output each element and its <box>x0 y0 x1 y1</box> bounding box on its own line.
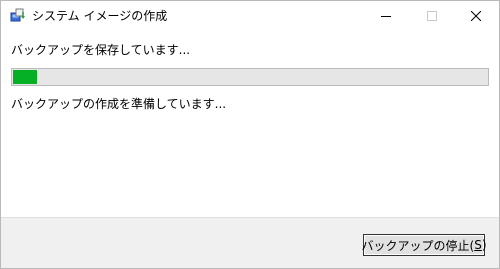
maximize-button[interactable] <box>409 1 455 31</box>
progress-fill <box>13 70 37 84</box>
stop-button-label-end: ) <box>481 238 487 252</box>
window-title: システム イメージの作成 <box>32 9 168 23</box>
close-button[interactable] <box>453 1 499 31</box>
backup-app-icon <box>10 7 26 23</box>
status-text: バックアップを保存しています... <box>11 43 191 57</box>
progress-bar <box>11 68 489 86</box>
system-image-dialog: システム イメージの作成 バックアップを保存しています... バックアップの作成… <box>0 0 500 269</box>
minimize-button[interactable] <box>363 1 409 31</box>
title-bar[interactable]: システム イメージの作成 <box>1 1 499 31</box>
stop-button-mnemonic: S <box>474 238 482 252</box>
detail-text: バックアップの作成を準備しています... <box>11 97 227 111</box>
stop-backup-button[interactable]: バックアップの停止(S) <box>361 234 487 256</box>
dialog-footer: バックアップの停止(S) <box>1 217 499 268</box>
stop-button-label: バックアップの停止( <box>361 238 475 253</box>
maximize-icon <box>427 11 437 21</box>
close-icon <box>471 11 481 21</box>
minimize-icon <box>381 11 391 21</box>
